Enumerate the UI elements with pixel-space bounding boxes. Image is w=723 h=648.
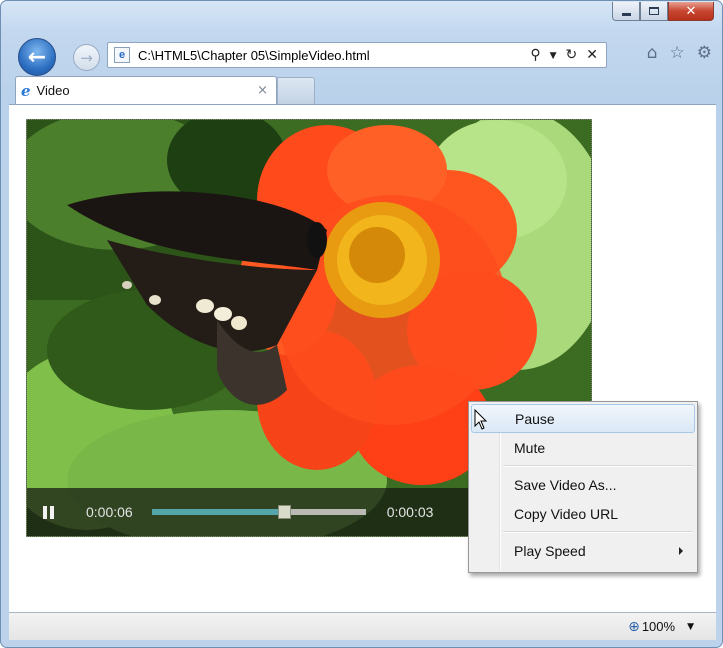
favorites-icon[interactable]: ☆ xyxy=(670,43,685,63)
zoom-level[interactable]: 100% xyxy=(642,619,675,634)
tab-label: Video xyxy=(36,83,70,98)
forward-arrow-icon: → xyxy=(80,48,93,67)
browser-toolbar: ⌂ ☆ ⚙ xyxy=(647,43,712,63)
browser-window: ✕ ← → e C:\HTML5\Chapter 05\SimpleVideo.… xyxy=(0,0,723,648)
menu-item-label: Mute xyxy=(514,439,546,456)
stop-icon[interactable]: ✕ xyxy=(586,47,598,63)
seek-bar[interactable] xyxy=(151,505,366,519)
address-text[interactable]: C:\HTML5\Chapter 05\SimpleVideo.html xyxy=(138,48,370,63)
context-menu: Pause Mute Save Video As... Copy Video U… xyxy=(468,401,698,573)
maximize-icon xyxy=(649,7,659,15)
menu-separator xyxy=(503,528,695,536)
forward-button[interactable]: → xyxy=(73,44,100,71)
new-tab-button[interactable] xyxy=(277,77,315,104)
pause-icon[interactable] xyxy=(43,505,54,519)
home-icon[interactable]: ⌂ xyxy=(647,43,658,63)
tab-close-icon[interactable]: × xyxy=(257,83,268,98)
ie-page-icon: e xyxy=(21,81,31,100)
menu-item-label: Pause xyxy=(515,410,555,427)
minimize-button[interactable] xyxy=(612,2,640,21)
dropdown-icon[interactable]: ▼ xyxy=(550,47,557,63)
tools-gear-icon[interactable]: ⚙ xyxy=(697,43,712,63)
window-controls: ✕ xyxy=(612,2,714,21)
mouse-cursor-icon xyxy=(474,409,488,430)
remaining-time: 0:00:03 xyxy=(386,504,434,520)
search-icon[interactable]: ⚲ xyxy=(530,47,540,63)
seek-thumb[interactable] xyxy=(278,505,292,519)
menu-item-play-speed[interactable]: Play Speed xyxy=(471,536,695,565)
menu-item-label: Copy Video URL xyxy=(514,505,619,522)
status-bar: ⊕ 100% ▼ xyxy=(9,612,716,640)
back-arrow-icon: ← xyxy=(27,44,47,70)
menu-item-copy-video-url[interactable]: Copy Video URL xyxy=(471,499,695,528)
zoom-icon[interactable]: ⊕ xyxy=(628,619,640,635)
address-bar[interactable]: e C:\HTML5\Chapter 05\SimpleVideo.html ⚲… xyxy=(107,42,607,68)
minimize-icon xyxy=(621,12,631,16)
back-button[interactable]: ← xyxy=(18,38,56,76)
seek-progress xyxy=(151,509,285,515)
menu-item-mute[interactable]: Mute xyxy=(471,433,695,462)
page-icon: e xyxy=(114,47,130,63)
maximize-button[interactable] xyxy=(640,2,668,21)
menu-item-pause[interactable]: Pause xyxy=(471,404,695,433)
menu-separator xyxy=(503,462,695,470)
menu-item-label: Play Speed xyxy=(514,542,586,559)
tab-video[interactable]: e Video × xyxy=(15,76,277,104)
zoom-dropdown-icon[interactable]: ▼ xyxy=(687,622,694,632)
menu-item-label: Save Video As... xyxy=(514,476,617,493)
address-tools: ⚲ ▼ ↻ ✕ xyxy=(530,47,598,63)
current-time: 0:00:06 xyxy=(86,504,133,520)
close-icon: ✕ xyxy=(685,3,697,19)
menu-item-save-video-as[interactable]: Save Video As... xyxy=(471,470,695,499)
refresh-icon[interactable]: ↻ xyxy=(566,47,578,63)
close-window-button[interactable]: ✕ xyxy=(668,2,714,21)
submenu-arrow-icon xyxy=(679,547,683,555)
